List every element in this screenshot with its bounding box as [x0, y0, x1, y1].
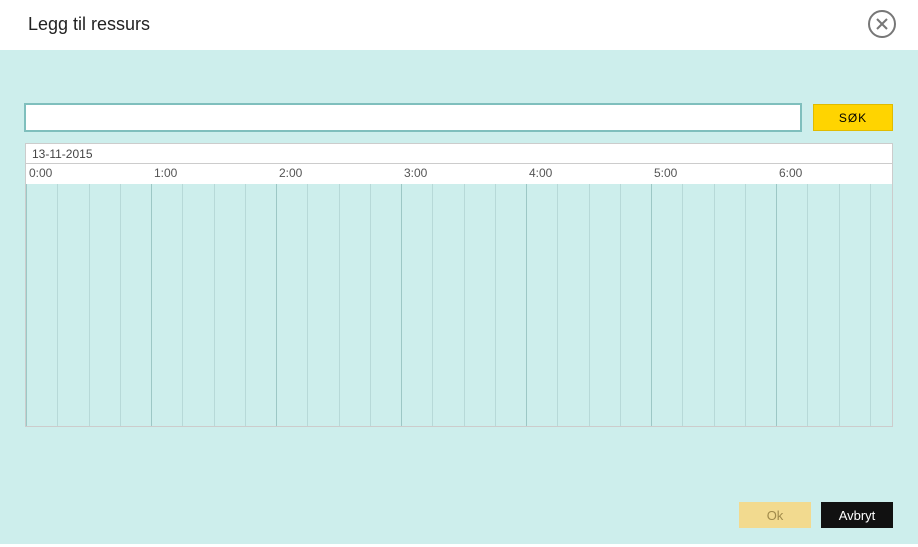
timeline-hour-label: 6:00 — [776, 166, 802, 180]
tick-minor — [620, 184, 651, 426]
tick-minor — [682, 184, 713, 426]
tick-minor — [557, 184, 588, 426]
search-input[interactable] — [25, 104, 801, 131]
tick-major — [526, 184, 557, 426]
search-row: SØK — [25, 104, 893, 131]
tick-minor — [182, 184, 213, 426]
tick-minor — [245, 184, 276, 426]
tick-minor — [464, 184, 495, 426]
timeline-hour-label: 2:00 — [276, 166, 302, 180]
tick-minor — [839, 184, 870, 426]
tick-major — [151, 184, 182, 426]
tick-minor — [57, 184, 88, 426]
timeline-hour: 2:00 — [276, 164, 401, 426]
tick-minor — [120, 184, 151, 426]
close-button[interactable] — [868, 10, 896, 38]
tick-major — [776, 184, 807, 426]
timeline-panel: 13-11-2015 0:001:002:003:004:005:006:007… — [25, 143, 893, 427]
tick-major — [276, 184, 307, 426]
tick-minor — [745, 184, 776, 426]
timeline-hour: 1:00 — [151, 164, 276, 426]
tick-minor — [307, 184, 338, 426]
tick-major — [651, 184, 682, 426]
tick-minor — [495, 184, 526, 426]
timeline-hour: 0:00 — [26, 164, 151, 426]
timeline-hour-label: 4:00 — [526, 166, 552, 180]
tick-minor — [339, 184, 370, 426]
dialog-body: SØK 13-11-2015 0:00 1:00 2:00 3:00 4:00 5:00 6… — [0, 50, 918, 544]
dialog-header: Legg til ressurs — [0, 0, 918, 50]
timeline-date: 13-11-2015 — [26, 144, 892, 164]
tick-minor — [807, 184, 838, 426]
timeline-hour: 5:00 — [651, 164, 776, 426]
tick-minor — [214, 184, 245, 426]
tick-minor — [589, 184, 620, 426]
tick-minor — [89, 184, 120, 426]
tick-minor — [370, 184, 401, 426]
cancel-button[interactable]: Avbryt — [821, 502, 893, 528]
dialog-footer: Ok Avbryt — [25, 482, 893, 528]
timeline-hour-label: 3:00 — [401, 166, 427, 180]
dialog-title: Legg til ressurs — [28, 14, 150, 35]
timeline-hour: 4:00 — [526, 164, 651, 426]
tick-minor — [432, 184, 463, 426]
tick-major — [26, 184, 57, 426]
ok-button[interactable]: Ok — [739, 502, 811, 528]
tick-minor — [870, 184, 892, 426]
search-button[interactable]: SØK — [813, 104, 893, 131]
timeline-hour-label: 0:00 — [26, 166, 52, 180]
tick-major — [401, 184, 432, 426]
tick-minor — [714, 184, 745, 426]
timeline-hour: 6:00 — [776, 164, 892, 426]
timeline-hour-label: 5:00 — [651, 166, 677, 180]
close-icon — [876, 18, 888, 30]
timeline-hour-label: 1:00 — [151, 166, 177, 180]
timeline-scroll[interactable]: 0:001:002:003:004:005:006:007:008:009:00… — [26, 164, 892, 426]
timeline-grid: 0:001:002:003:004:005:006:007:008:009:00… — [26, 164, 892, 426]
timeline-hour: 3:00 — [401, 164, 526, 426]
